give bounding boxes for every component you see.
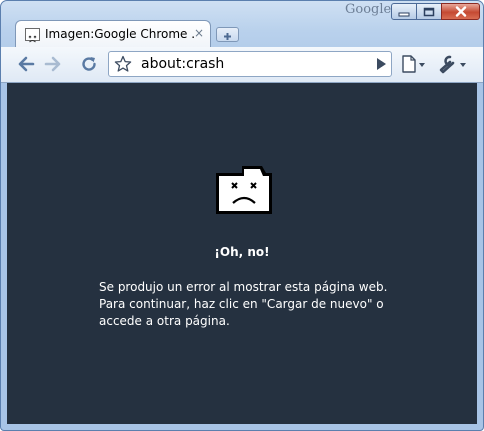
new-tab-button[interactable] — [216, 27, 239, 42]
maximize-button[interactable] — [416, 3, 442, 20]
forward-button[interactable] — [40, 52, 66, 76]
crash-message-line: Para continuar, haz clic en "Cargar de n… — [99, 297, 384, 311]
go-arrow-icon[interactable] — [375, 57, 387, 71]
tab-title: Imagen:Google Chrome ... — [45, 27, 195, 41]
wrench-icon — [439, 55, 466, 74]
page-menu-icon — [402, 55, 425, 73]
plus-icon — [224, 33, 231, 40]
crash-message-line: accede a otra página. — [99, 314, 230, 328]
google-brand: Google — [345, 2, 392, 17]
crash-page: ¡Oh, no! Se produjo un error al mostrar … — [7, 83, 477, 424]
sad-folder-icon — [216, 166, 272, 214]
star-icon[interactable] — [114, 55, 132, 73]
address-input[interactable] — [141, 55, 361, 73]
maximize-icon — [423, 7, 435, 16]
page-menu-button[interactable] — [399, 52, 427, 76]
crash-message-line: Se produjo un error al mostrar esta pági… — [99, 280, 388, 294]
close-icon — [455, 6, 466, 17]
forward-arrow-icon — [44, 56, 61, 72]
minimize-icon — [398, 12, 410, 16]
tab-active[interactable]: Imagen:Google Chrome ... × — [15, 20, 211, 48]
browser-window: Google Imagen:Google Chrome ... × about:… — [0, 0, 484, 431]
close-window-button[interactable] — [441, 3, 480, 20]
toolbar — [1, 47, 483, 83]
crash-message: Se produjo un error al mostrar esta pági… — [99, 279, 399, 330]
back-arrow-icon — [18, 56, 35, 72]
minimize-button[interactable] — [391, 3, 417, 20]
omnibox[interactable] — [108, 51, 392, 77]
wrench-menu-button[interactable] — [437, 52, 469, 76]
tab-close-icon[interactable]: × — [194, 26, 204, 40]
reload-icon — [82, 57, 96, 71]
crash-title: ¡Oh, no! — [214, 245, 270, 259]
reload-button[interactable] — [76, 52, 102, 76]
sad-tab-favicon-icon — [25, 28, 40, 43]
back-button[interactable] — [13, 52, 39, 76]
